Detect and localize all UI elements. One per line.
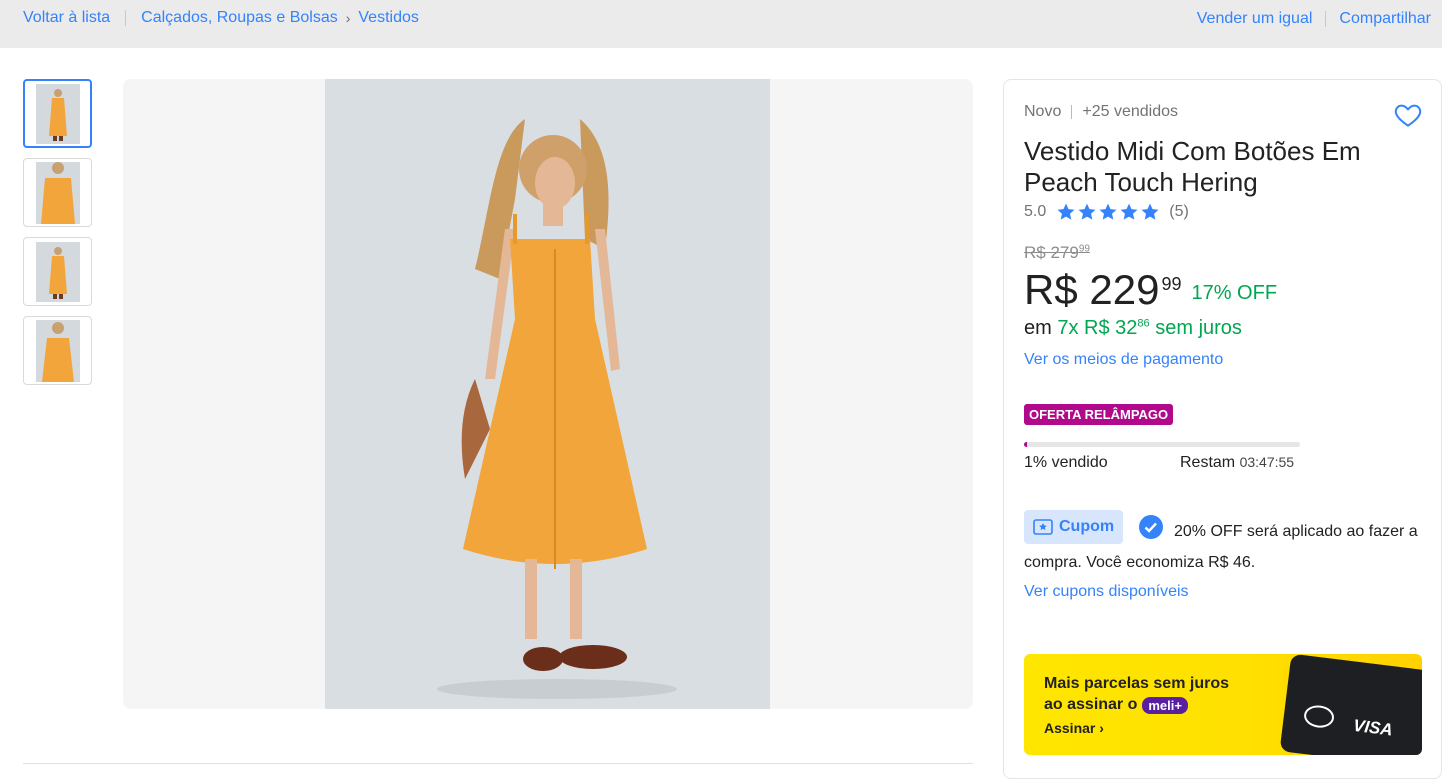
flash-offer-badge: OFERTA RELÂMPAGO: [1024, 404, 1174, 425]
discount-label: 17% OFF: [1191, 282, 1278, 304]
dress-side-thumbnail: [35, 319, 80, 382]
sell-similar-link[interactable]: Vender um igual: [1197, 10, 1313, 28]
meli-plus-banner[interactable]: VISA Mais parcelas sem juros ao assinar …: [1024, 654, 1422, 755]
ticket-icon: [1033, 519, 1053, 535]
coupon-tag: Cupom: [1024, 510, 1124, 544]
promo-line-2: ao assinar o meli+: [1044, 696, 1188, 714]
product-meta: Novo +25 vendidos: [1024, 103, 1178, 121]
progress-fill: [1024, 442, 1027, 447]
product-title: Vestido Midi Com Botões Em Peach Touch H…: [1024, 136, 1361, 197]
installments: em 7x R$ 3286 sem juros: [1024, 317, 1242, 339]
top-actions: Vender um igual Compartilhar: [1197, 10, 1431, 28]
dress-model-image: [325, 79, 770, 709]
thumbnail-4[interactable]: [23, 316, 92, 385]
share-link[interactable]: Compartilhar: [1339, 10, 1431, 28]
original-price: R$ 27999: [1024, 243, 1090, 262]
star-icon: [1078, 203, 1096, 220]
breadcrumb: Voltar à lista Calçados, Roupas e Bolsas…: [23, 9, 419, 27]
dress-back-thumbnail: [35, 241, 80, 302]
rating-value: 5.0: [1024, 203, 1047, 220]
star-icon: [1099, 203, 1117, 220]
top-bar: Voltar à lista Calçados, Roupas e Bolsas…: [0, 0, 1442, 48]
heart-icon[interactable]: [1393, 100, 1423, 130]
payment-methods-link[interactable]: Ver os meios de pagamento: [1024, 351, 1223, 369]
countdown: Restam 03:47:55: [1180, 454, 1295, 471]
divider: [1071, 105, 1073, 119]
card-brand: VISA: [1352, 715, 1394, 740]
star-icon: [1120, 203, 1138, 220]
divider: [125, 10, 127, 26]
main-product-photo: [325, 79, 770, 709]
thumbnail-3[interactable]: [23, 237, 92, 306]
condition-label: Novo: [1024, 103, 1062, 120]
promo-line-1: Mais parcelas sem juros: [1044, 675, 1229, 692]
dress-closeup-thumbnail: [35, 161, 80, 224]
back-to-list-link[interactable]: Voltar à lista: [23, 9, 110, 27]
chevron-right-icon: ›: [345, 10, 351, 26]
price-cents: 99: [1161, 274, 1182, 294]
sold-percent: 1% vendido: [1024, 454, 1108, 471]
product-gallery[interactable]: [123, 79, 973, 709]
star-icon: [1141, 203, 1159, 220]
credit-card-image: VISA: [1279, 654, 1422, 755]
rating[interactable]: 5.0 (5): [1024, 202, 1189, 222]
countdown-time: 03:47:55: [1239, 454, 1295, 470]
available-coupons-link[interactable]: Ver cupons disponíveis: [1024, 583, 1189, 601]
divider: [23, 763, 973, 764]
handshake-icon: [1302, 703, 1336, 730]
breadcrumb-subcategory-link[interactable]: Vestidos: [358, 9, 418, 27]
coupon-label: Cupom: [1059, 518, 1115, 535]
meli-plus-logo: meli+: [1142, 696, 1188, 714]
thumbnail-1[interactable]: [23, 79, 92, 148]
review-count: (5): [1169, 203, 1189, 220]
star-rating: [1056, 202, 1161, 222]
buy-box: Novo +25 vendidos Vestido Midi Com Botõe…: [1003, 79, 1442, 779]
star-icon: [1057, 203, 1075, 220]
thumbnail-list: [23, 79, 92, 395]
chevron-right-icon: ›: [1099, 720, 1104, 736]
thumbnail-2[interactable]: [23, 158, 92, 227]
sold-progress-bar: [1024, 442, 1300, 447]
price-amount: R$ 229: [1024, 266, 1160, 313]
breadcrumb-category-link[interactable]: Calçados, Roupas e Bolsas: [141, 9, 338, 27]
check-circle-icon: [1139, 515, 1163, 539]
divider: [1325, 11, 1327, 27]
subscribe-link[interactable]: Assinar ›: [1044, 720, 1104, 736]
sold-count: +25 vendidos: [1082, 103, 1178, 120]
dress-photo-thumbnail: [35, 83, 80, 144]
current-price: R$ 229 99 17% OFF: [1024, 266, 1277, 314]
